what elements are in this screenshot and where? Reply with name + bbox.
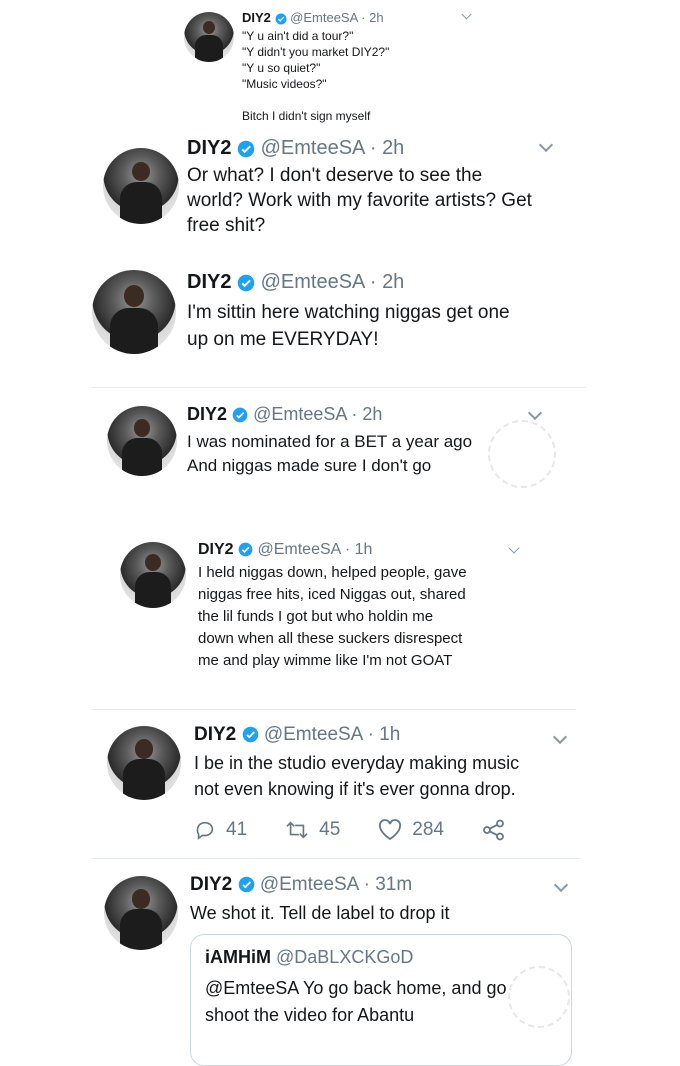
watermark <box>508 966 570 1028</box>
tweet-text: Or what? I don't deserve to see the worl… <box>187 165 532 236</box>
divider <box>92 858 580 859</box>
verified-badge-icon <box>232 407 248 423</box>
dot-separator: · <box>358 874 376 895</box>
share-icon <box>483 819 504 841</box>
quoted-display-name[interactable]: iAMHiM <box>205 947 271 967</box>
reply-icon <box>196 821 214 840</box>
user-handle[interactable]: @EmteeSA <box>261 271 365 293</box>
display-name[interactable]: DIY2 <box>187 137 231 159</box>
watermark <box>488 420 556 488</box>
dot-separator: · <box>340 541 355 558</box>
user-handle[interactable]: @EmteeSA <box>290 10 357 25</box>
timestamp[interactable]: 31m <box>375 874 412 895</box>
retweet-icon <box>286 821 308 839</box>
tweet-text: "Y u ain't did a tour?" "Y didn't you ma… <box>242 28 390 123</box>
reply-button[interactable]: 41 <box>194 819 247 841</box>
reply-count: 41 <box>226 819 248 840</box>
tweet: DIY2 @EmteeSA · 2h I was nominated for a… <box>0 392 680 524</box>
timestamp[interactable]: 2h <box>362 404 382 424</box>
like-button[interactable]: 284 <box>378 819 444 841</box>
timestamp[interactable]: 1h <box>355 541 373 558</box>
tweet-text: I held niggas down, helped people, gave … <box>198 564 467 670</box>
verified-badge-icon <box>237 274 255 291</box>
display-name[interactable]: DIY2 <box>190 874 232 895</box>
tweet: DIY2 @EmteeSA · 2h "Y u ain't did a tour… <box>0 0 680 128</box>
avatar[interactable] <box>107 726 181 800</box>
retweet-button[interactable]: 45 <box>285 819 340 841</box>
avatar[interactable] <box>103 148 179 224</box>
retweet-count: 45 <box>319 819 341 840</box>
user-handle[interactable]: @EmteeSA <box>264 724 363 745</box>
avatar[interactable] <box>184 12 234 62</box>
tweet-text: We shot it. Tell de label to drop it <box>190 902 450 923</box>
user-handle[interactable]: @EmteeSA <box>261 137 365 159</box>
dot-separator: · <box>364 271 383 293</box>
timestamp[interactable]: 2h <box>369 10 383 25</box>
display-name[interactable]: DIY2 <box>198 541 234 558</box>
like-count: 284 <box>412 819 444 840</box>
verified-badge-icon <box>238 542 253 557</box>
verified-badge-icon <box>275 13 287 25</box>
tweet: DIY2 @EmteeSA · 31m We shot it. Tell de … <box>0 862 680 1066</box>
tweet: DIY2 @EmteeSA · 1h I held niggas down, h… <box>0 528 680 710</box>
quoted-tweet-text: @EmteeSA Yo go back home, and go shoot t… <box>205 978 507 1025</box>
like-icon <box>379 819 402 841</box>
verified-badge-icon <box>237 140 255 157</box>
quoted-user-handle[interactable]: @DaBLXCKGoD <box>276 947 413 967</box>
divider <box>92 709 576 710</box>
timestamp[interactable]: 2h <box>382 137 404 159</box>
avatar[interactable] <box>92 270 176 354</box>
tweet: DIY2 @EmteeSA · 2h Or what? I don't dese… <box>0 128 680 258</box>
timestamp[interactable]: 2h <box>382 271 404 293</box>
dot-separator: · <box>362 724 380 745</box>
tweet-text: I'm sittin here watching niggas get one … <box>187 302 510 350</box>
display-name[interactable]: DIY2 <box>242 10 271 25</box>
display-name[interactable]: DIY2 <box>187 271 231 293</box>
dot-separator: · <box>364 137 383 159</box>
user-handle[interactable]: @EmteeSA <box>257 541 340 558</box>
timestamp[interactable]: 1h <box>379 724 400 745</box>
display-name[interactable]: DIY2 <box>187 404 227 424</box>
user-handle[interactable]: @EmteeSA <box>253 404 346 424</box>
user-handle[interactable]: @EmteeSA <box>260 874 359 895</box>
tweet: DIY2 @EmteeSA · 1h I be in the studio ev… <box>0 712 680 859</box>
verified-badge-icon <box>238 877 254 893</box>
tweet: DIY2 @EmteeSA · 2h I'm sittin here watch… <box>0 258 680 390</box>
display-name[interactable]: DIY2 <box>194 724 236 745</box>
dot-separator: · <box>357 10 370 25</box>
dot-separator: · <box>346 404 363 424</box>
avatar[interactable] <box>120 542 186 608</box>
tweet-text: I be in the studio everyday making music… <box>194 752 520 799</box>
verified-badge-icon <box>242 727 258 743</box>
divider <box>92 387 586 388</box>
tweet-actions: 41 45 284 <box>194 819 554 841</box>
avatar[interactable] <box>107 406 177 476</box>
avatar[interactable] <box>104 876 178 950</box>
share-button[interactable] <box>482 819 516 841</box>
